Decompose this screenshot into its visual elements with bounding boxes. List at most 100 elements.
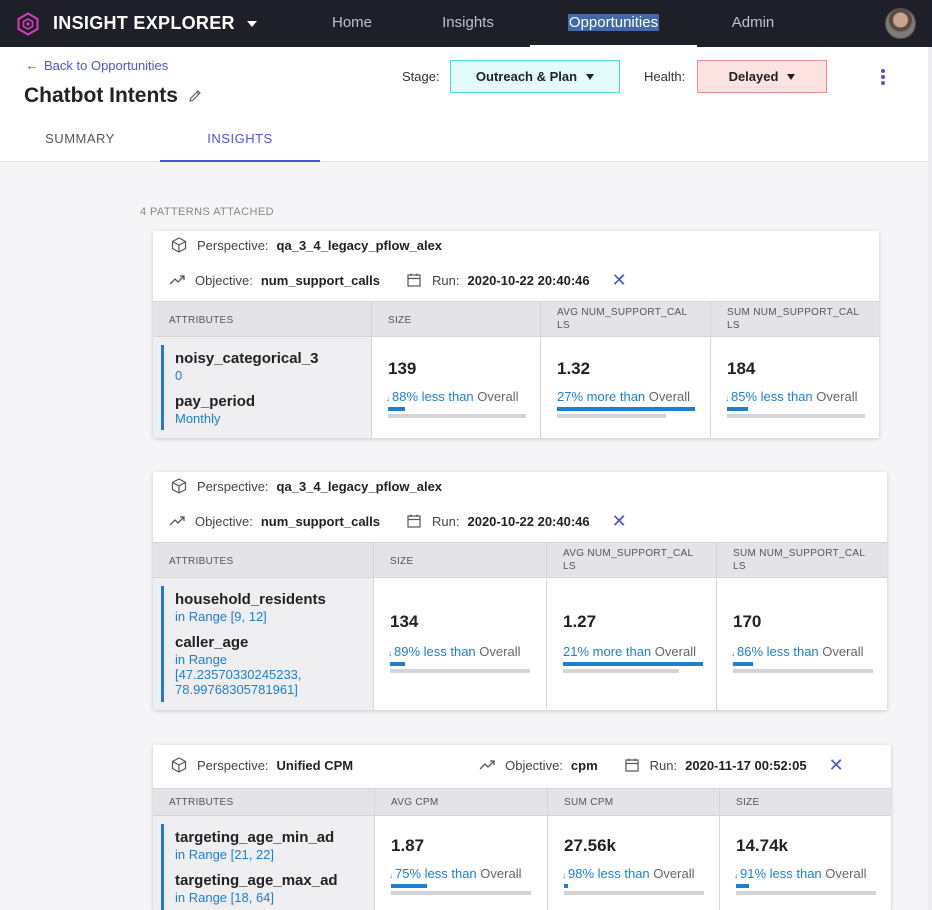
run-value: 2020-10-22 20:40:46 [467, 272, 590, 288]
pattern-card: Perspective: qa_3_4_legacy_pflow_alex Ob… [153, 472, 887, 710]
metric-cell: 1.32 27% more than Overall [541, 337, 711, 438]
comparison-suffix: Overall [653, 866, 695, 881]
brand[interactable]: INSIGHT EXPLORER [16, 0, 257, 47]
arrow-down-icon: ↓ [731, 649, 735, 658]
attr-indicator [161, 824, 164, 910]
column-header: SIZE [371, 302, 540, 337]
metric-comparison: 27% more than Overall [555, 389, 690, 404]
cube-icon [171, 757, 187, 773]
comparison-suffix: Overall [648, 389, 690, 404]
column-header: ATTRIBUTES [169, 315, 234, 326]
perspective-value: qa_3_4_legacy_pflow_alex [276, 478, 443, 494]
health-select-value: Delayed [728, 69, 779, 84]
stage-select-value: Outreach & Plan [475, 69, 578, 84]
trend-up-icon [479, 760, 495, 770]
metric-bar-fill [390, 662, 405, 666]
nav-home[interactable]: Home [316, 0, 388, 47]
arrow-down-icon: ↓ [734, 871, 738, 880]
calendar-icon [407, 514, 421, 528]
brand-title: INSIGHT EXPLORER [53, 13, 235, 33]
comparison-direction: 21% more than [563, 644, 652, 659]
comparison-suffix: Overall [479, 644, 521, 659]
metric-cell: 134 ↓ 89% less than Overall [374, 578, 547, 710]
attributes-cell: noisy_categorical_3 0 pay_period Monthly [153, 337, 372, 438]
close-icon[interactable]: ✕ [829, 756, 844, 774]
metric-value: 1.27 [563, 612, 597, 631]
attribute-value: in Range [47.23570330245233, 78.99768305… [175, 652, 302, 697]
cube-icon [171, 237, 187, 253]
calendar-icon [625, 758, 639, 772]
table-row: noisy_categorical_3 0 pay_period Monthly… [153, 337, 879, 438]
metric-cell: 1.87 ↓ 75% less than Overall [375, 816, 548, 910]
run-label: Run: [432, 272, 460, 288]
attribute-value: Monthly [175, 411, 221, 426]
trend-up-icon [169, 516, 185, 526]
metric-bar-fill [391, 884, 427, 888]
table-row: household_residents in Range [9, 12] cal… [153, 578, 887, 710]
comparison-suffix: Overall [822, 644, 864, 659]
metric-comparison: ↓ 89% less than Overall [388, 644, 520, 659]
nav-opportunities-label: Opportunities [567, 14, 660, 31]
metric-value: 184 [727, 359, 756, 378]
table-header: ATTRIBUTES SIZE AVG NUM_SUPPORT_CAL LS S… [153, 301, 879, 337]
pattern-card: Perspective: Unified CPM Objective: cpm … [153, 745, 891, 910]
nav-admin[interactable]: Admin [712, 0, 794, 47]
back-link[interactable]: ← Back to Opportunities [25, 57, 168, 73]
arrow-down-icon: ↓ [562, 871, 566, 880]
close-icon[interactable]: ✕ [612, 512, 627, 530]
comparison-direction: 88% less than [392, 389, 474, 404]
comparison-suffix: Overall [825, 866, 867, 881]
more-options-icon[interactable] [880, 69, 886, 85]
comparison-suffix: Overall [480, 866, 522, 881]
column-header: SIZE [373, 543, 546, 578]
metric-bar-track [736, 891, 876, 895]
comparison-direction: 89% less than [394, 644, 476, 659]
stage-label: Stage: [402, 69, 440, 84]
pencil-icon[interactable] [187, 88, 203, 104]
comparison-direction: 98% less than [568, 866, 650, 881]
nav-insights[interactable]: Insights [422, 0, 514, 47]
attribute-value: in Range [21, 22] [175, 847, 275, 862]
column-header: SUM NUM_SUPPORT_CAL LS [716, 543, 887, 578]
metric-comparison: ↓ 88% less than Overall [386, 389, 518, 404]
comparison-suffix: Overall [477, 389, 519, 404]
close-icon[interactable]: ✕ [612, 271, 627, 289]
metric-bar-fill [733, 662, 753, 666]
stage-select[interactable]: Outreach & Plan [450, 60, 620, 93]
attribute-name: targeting_age_max_ad [175, 872, 338, 889]
metric-value: 27.56k [564, 836, 616, 855]
perspective-value: Unified CPM [276, 757, 354, 773]
metric-bar-track [563, 669, 679, 673]
metric-value: 1.87 [391, 836, 425, 855]
perspective-row: Perspective: qa_3_4_legacy_pflow_alex [171, 478, 442, 494]
metric-comparison: ↓ 85% less than Overall [725, 389, 857, 404]
comparison-suffix: Overall [816, 389, 858, 404]
metric-bar-fill [727, 407, 748, 411]
nav-opportunities[interactable]: Opportunities [530, 0, 697, 47]
arrow-down-icon: ↓ [725, 394, 729, 403]
column-header: ATTRIBUTES [169, 797, 234, 808]
metric-cell: 27.56k ↓ 98% less than Overall [548, 816, 720, 910]
attribute-value: 0 [175, 368, 183, 383]
metric-bar-fill [557, 407, 695, 411]
comparison-suffix: Overall [654, 644, 696, 659]
arrow-down-icon: ↓ [386, 394, 390, 403]
tab-insights[interactable]: INSIGHTS [160, 118, 320, 162]
metric-bar-fill [564, 884, 568, 888]
chevron-down-icon[interactable] [246, 20, 257, 27]
avatar[interactable] [885, 8, 916, 39]
perspective-row: Perspective: qa_3_4_legacy_pflow_alex [171, 237, 442, 253]
column-header: AVG NUM_SUPPORT_CAL LS [540, 302, 710, 337]
objective-label: Objective: [195, 272, 253, 288]
tab-summary[interactable]: SUMMARY [0, 118, 160, 162]
attributes-cell: targeting_age_min_ad in Range [21, 22] t… [153, 816, 375, 910]
scrollbar[interactable] [928, 47, 932, 910]
perspective-value: qa_3_4_legacy_pflow_alex [276, 237, 443, 253]
perspective-label: Perspective: [197, 757, 269, 773]
health-select[interactable]: Delayed [697, 60, 827, 93]
attribute-value: in Range [9, 12] [175, 609, 267, 624]
top-nav: INSIGHT EXPLORER Home Insights Opportuni… [0, 0, 932, 47]
column-header: AVG NUM_SUPPORT_CAL LS [546, 543, 716, 578]
objective-value: cpm [570, 757, 598, 773]
hexagon-logo-icon [17, 11, 39, 36]
